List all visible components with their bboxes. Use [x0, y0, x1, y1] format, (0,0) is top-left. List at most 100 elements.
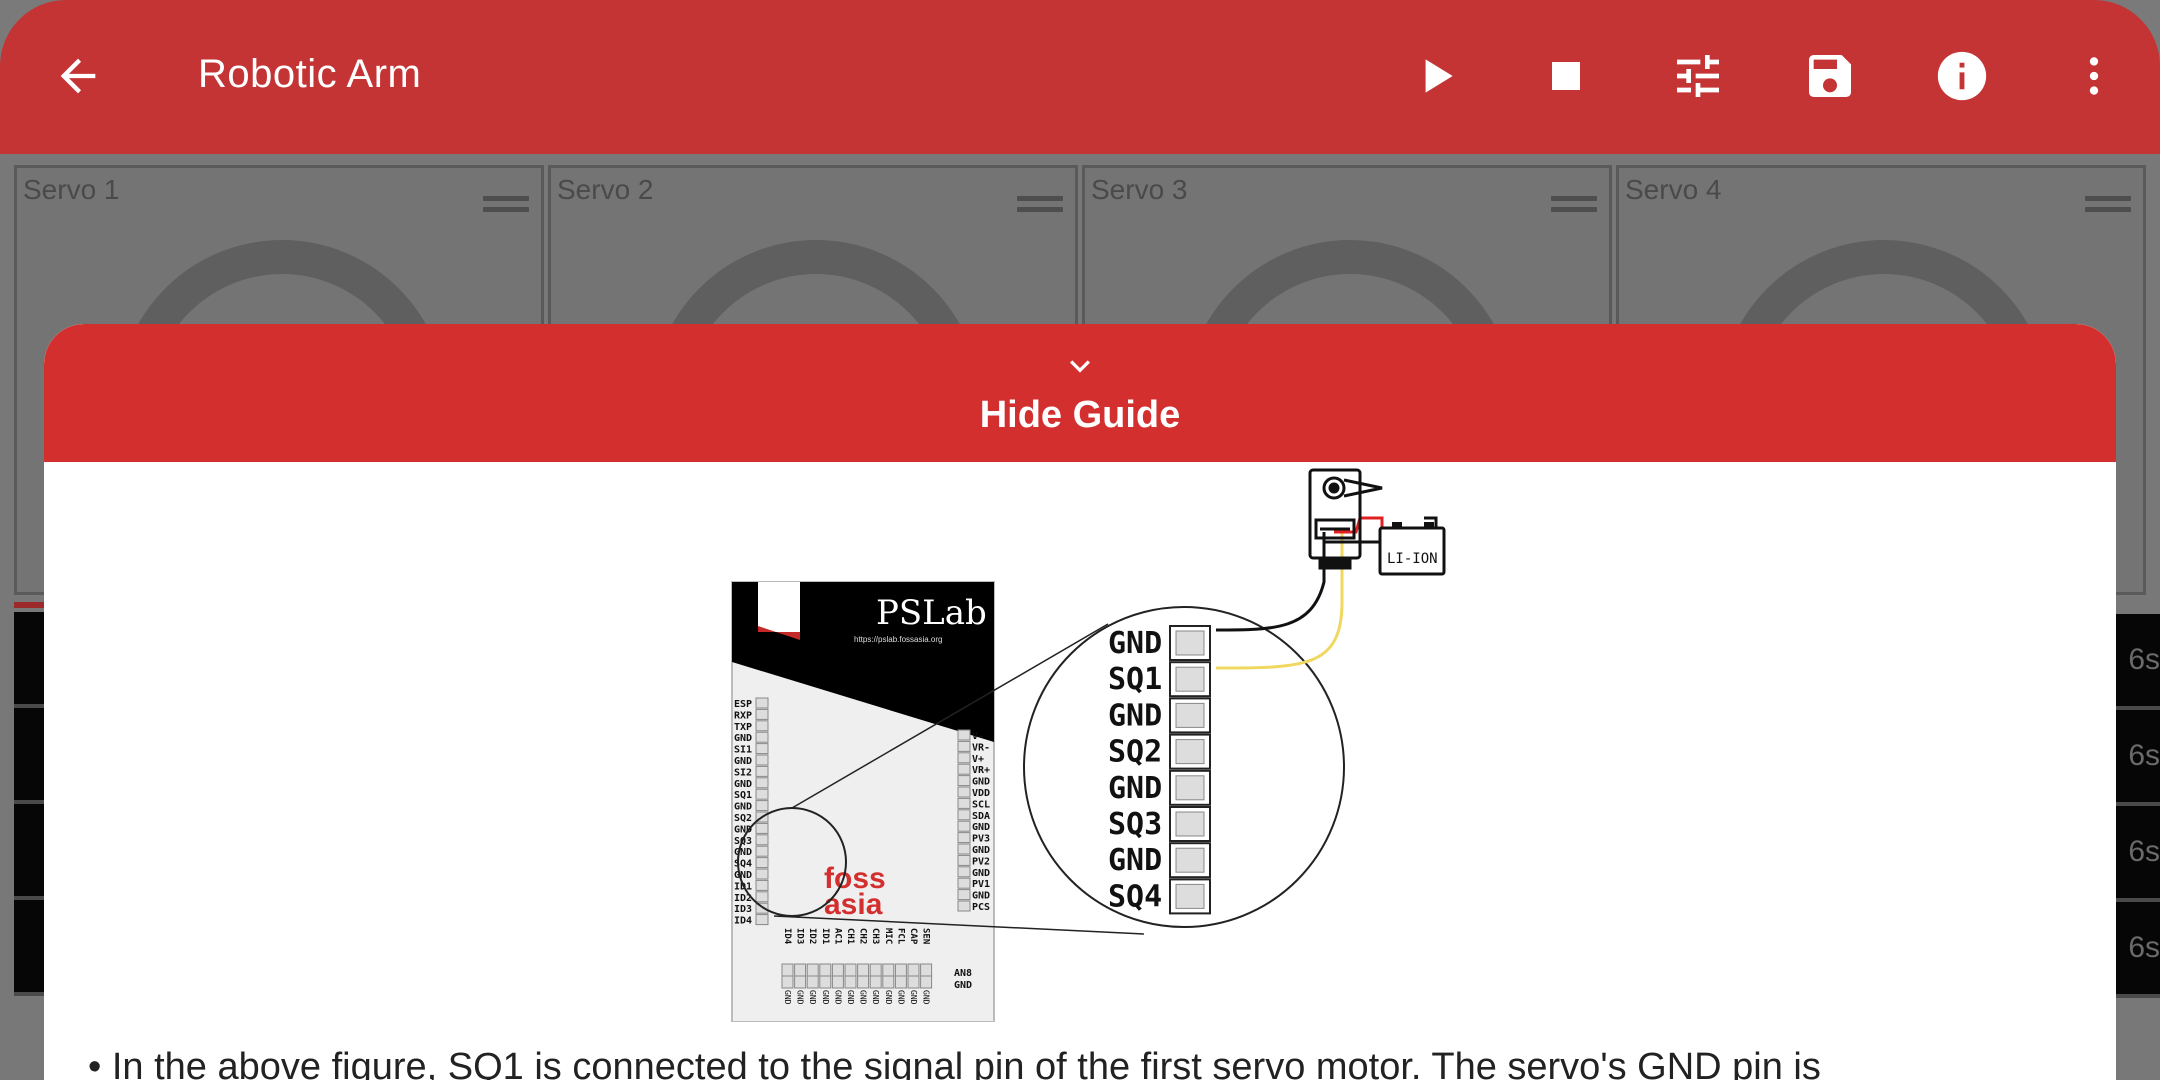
pin-slot — [882, 975, 895, 989]
pin-label: PV3 — [972, 834, 990, 845]
play-button[interactable] — [1398, 38, 1474, 114]
pin-slot — [755, 834, 769, 846]
drag-handle-icon[interactable] — [483, 196, 529, 212]
pin-slot — [957, 843, 971, 855]
pin-slot — [957, 775, 971, 787]
drag-handle-icon[interactable] — [1017, 196, 1063, 212]
pin-slot — [957, 763, 971, 775]
pin-slot — [857, 963, 870, 977]
pin-slot — [819, 963, 832, 977]
back-button[interactable] — [40, 38, 116, 114]
pin-label: GND — [734, 802, 752, 813]
servo-label: Servo 4 — [1625, 174, 1722, 205]
pin-label: CAP — [908, 928, 918, 945]
pin-slot — [755, 754, 769, 766]
pin-label: V- — [972, 731, 984, 742]
battery-label: LI-ION — [1387, 551, 1438, 567]
pin-label: ESP — [734, 699, 752, 710]
timeline-row[interactable] — [14, 708, 46, 804]
pin-slot — [794, 975, 807, 989]
pin-slot — [755, 777, 769, 789]
pin-slot — [957, 854, 971, 866]
pin-slot — [755, 891, 769, 903]
pin-slot — [869, 975, 882, 989]
stop-button[interactable] — [1528, 38, 1604, 114]
pin-slot — [957, 889, 971, 901]
pin-slot — [755, 879, 769, 891]
board-url: https://pslab.fossasia.org — [854, 635, 943, 644]
pin-slot — [755, 914, 769, 926]
pin-slot — [920, 963, 933, 977]
pin-label: ID1 — [820, 928, 830, 944]
pin-label: ID2 — [807, 928, 817, 944]
left-pin-header: ESPRXPTXPGNDSI1GNDSI2GNDSQ1GNDSQ2GNDSQ3G… — [734, 697, 769, 927]
pin-slot — [957, 877, 971, 889]
pin-slot — [869, 963, 882, 977]
zoom-pin-label: GND — [1108, 843, 1162, 878]
zoom-pin-header: GNDSQ1GNDSQ2GNDSQ3GNDSQ4 — [1108, 625, 1211, 914]
info-button[interactable] — [1924, 38, 2000, 114]
pin-label: V+ — [972, 754, 984, 765]
pin-label: GND — [734, 756, 752, 767]
pin-label: SCL — [972, 799, 990, 810]
pin-label: GND — [884, 990, 893, 1005]
drag-handle-icon[interactable] — [1551, 196, 1597, 212]
pin-label: GND — [896, 990, 905, 1005]
more-options-button[interactable] — [2056, 38, 2132, 114]
pin-label: CH2 — [858, 928, 868, 944]
pin-slot — [957, 900, 971, 912]
hide-guide-button[interactable]: Hide Guide — [44, 324, 2116, 462]
pin-label: GND — [972, 845, 990, 856]
pin-label: ID3 — [795, 928, 805, 944]
pin-slot — [957, 809, 971, 821]
pin-slot — [819, 975, 832, 989]
pin-slot — [755, 731, 769, 743]
zoom-pin-label: SQ2 — [1108, 735, 1162, 770]
pin-slot — [882, 963, 895, 977]
pin-slot — [755, 743, 769, 755]
pin-label: CH3 — [870, 928, 880, 944]
pin-slot — [755, 800, 769, 812]
pin-slot — [806, 963, 819, 977]
pin-label: SQ4 — [734, 859, 752, 870]
timeline-time-label: 6s — [2116, 902, 2160, 998]
chevron-down-icon — [1060, 346, 1100, 386]
timeline-row[interactable] — [14, 900, 46, 996]
guide-instruction-text: • In the above figure, SQ1 is connected … — [88, 1046, 1821, 1080]
pin-slot — [794, 963, 807, 977]
pin-label: GND — [954, 980, 972, 991]
pin-label: AN8 — [954, 968, 972, 979]
pin-label: SI2 — [734, 767, 752, 778]
pin-slot — [755, 857, 769, 869]
pin-label: GND — [972, 891, 990, 902]
pin-label: GND — [796, 990, 805, 1005]
drag-handle-icon[interactable] — [2085, 196, 2131, 212]
settings-button[interactable] — [1660, 38, 1736, 114]
zoom-pin-label: GND — [1108, 698, 1162, 733]
pin-slot — [907, 975, 920, 989]
timeline-row[interactable] — [14, 612, 46, 708]
timeline-time-label: 6s — [2116, 710, 2160, 806]
pin-label: SI1 — [734, 745, 752, 756]
save-button[interactable] — [1792, 38, 1868, 114]
pin-label: TXP — [734, 722, 752, 733]
pin-label: CH1 — [845, 928, 855, 944]
pin-label: PCS — [972, 902, 990, 913]
pin-label: GND — [922, 990, 931, 1005]
zoom-pin-label: SQ4 — [1108, 879, 1162, 914]
pin-label: GND — [859, 990, 868, 1005]
timeline-row[interactable] — [14, 804, 46, 900]
pin-label: ID4 — [734, 916, 752, 927]
pin-slot — [755, 868, 769, 880]
pin-label: ID3 — [734, 904, 752, 915]
pin-slot — [755, 697, 769, 709]
board-brand: PSLab — [876, 593, 987, 633]
pin-slot — [957, 740, 971, 752]
pin-label: GND — [734, 870, 752, 881]
hide-guide-label: Hide Guide — [979, 394, 1181, 436]
pin-label: VR- — [972, 742, 990, 753]
pin-label: SQ2 — [734, 813, 752, 824]
timeline-rows-left — [14, 612, 46, 1012]
pin-label: PV2 — [972, 856, 990, 867]
pin-slot — [755, 845, 769, 857]
